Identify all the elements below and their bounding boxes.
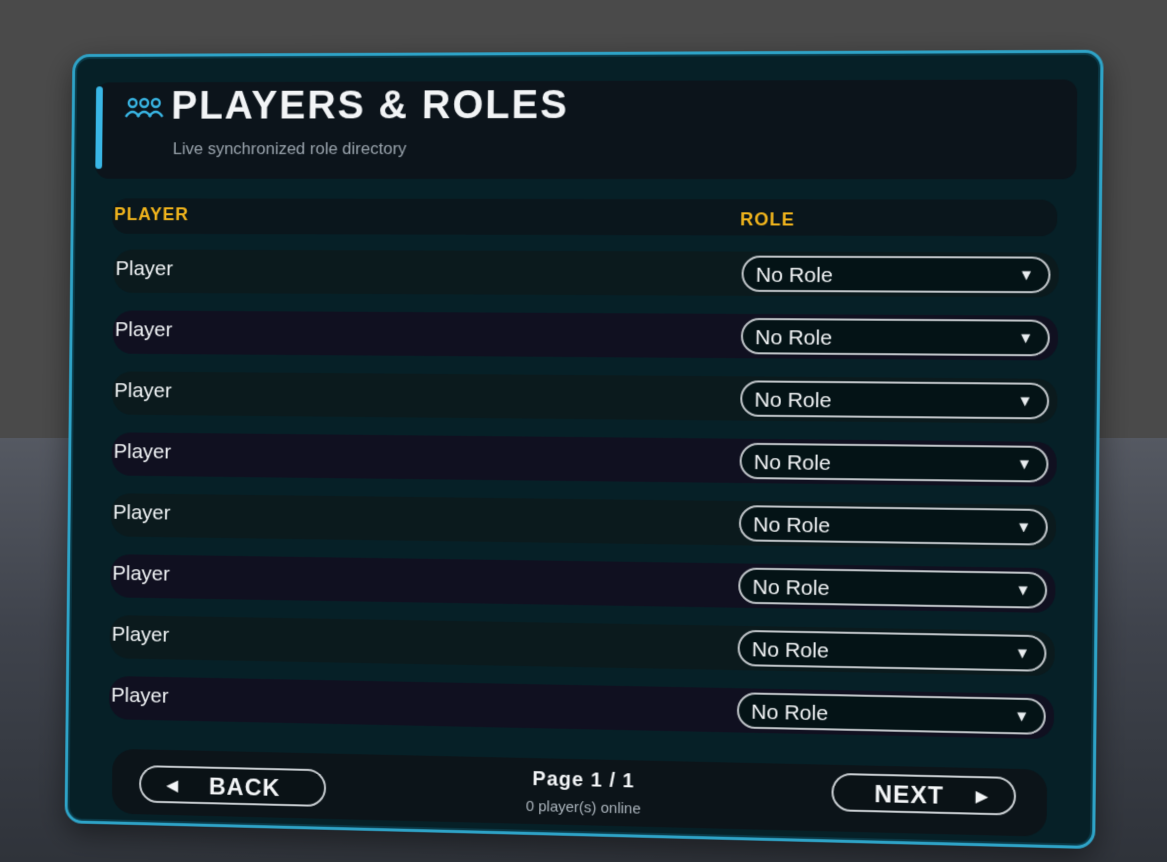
back-button[interactable]: ◀ BACK bbox=[138, 765, 327, 807]
player-row: Player No Role ▼ bbox=[108, 675, 1055, 740]
role-dropdown[interactable]: No Role ▼ bbox=[741, 255, 1051, 294]
caret-down-icon: ▼ bbox=[1018, 266, 1035, 285]
player-name: Player bbox=[115, 257, 174, 281]
player-row: Player No Role ▼ bbox=[112, 310, 1059, 361]
player-name: Player bbox=[110, 683, 169, 708]
column-header-row: PLAYER ROLE bbox=[111, 198, 1058, 237]
scene: PLAYERS & ROLES Live synchronized role d… bbox=[0, 0, 1167, 862]
caret-down-icon: ▼ bbox=[1015, 581, 1031, 600]
player-row: Player No Role ▼ bbox=[110, 493, 1057, 550]
player-name: Player bbox=[112, 562, 171, 586]
player-row: Player No Role ▼ bbox=[110, 554, 1056, 613]
page-subtitle: Live synchronized role directory bbox=[172, 139, 407, 159]
pagination-footer: ◀ BACK Page 1 / 1 0 player(s) online NEX… bbox=[111, 748, 1048, 837]
arrow-right-icon: ▶ bbox=[975, 788, 990, 806]
role-dropdown[interactable]: No Role ▼ bbox=[738, 505, 1048, 546]
column-header-role: ROLE bbox=[740, 209, 795, 230]
player-row: Player No Role ▼ bbox=[111, 432, 1057, 487]
page-indicator: Page 1 / 1 bbox=[532, 768, 635, 793]
back-button-label: BACK bbox=[208, 773, 281, 802]
next-button-label: NEXT bbox=[874, 780, 945, 810]
page-title: PLAYERS & ROLES bbox=[171, 82, 569, 128]
caret-down-icon: ▼ bbox=[1017, 392, 1033, 411]
role-dropdown-value: No Role bbox=[751, 700, 829, 726]
header-accent-bar bbox=[95, 86, 103, 169]
players-group-icon bbox=[125, 96, 164, 120]
role-dropdown[interactable]: No Role ▼ bbox=[737, 629, 1047, 672]
role-dropdown-value: No Role bbox=[754, 326, 833, 350]
next-button[interactable]: NEXT ▶ bbox=[831, 772, 1017, 816]
role-dropdown[interactable]: No Role ▼ bbox=[739, 442, 1049, 483]
role-dropdown-value: No Role bbox=[754, 388, 832, 413]
column-header-player: PLAYER bbox=[114, 204, 190, 225]
player-row: Player No Role ▼ bbox=[109, 615, 1055, 677]
role-dropdown-value: No Role bbox=[752, 575, 830, 601]
arrow-left-icon: ◀ bbox=[166, 777, 180, 795]
caret-down-icon: ▼ bbox=[1015, 518, 1032, 537]
player-name: Player bbox=[114, 379, 172, 403]
role-dropdown[interactable]: No Role ▼ bbox=[736, 692, 1046, 735]
caret-down-icon: ▼ bbox=[1013, 707, 1030, 726]
online-count: 0 player(s) online bbox=[525, 797, 641, 818]
player-row: Player No Role ▼ bbox=[113, 249, 1059, 298]
role-dropdown[interactable]: No Role ▼ bbox=[738, 567, 1048, 609]
caret-down-icon: ▼ bbox=[1017, 329, 1034, 348]
player-row: Player No Role ▼ bbox=[112, 371, 1058, 424]
player-name: Player bbox=[113, 440, 172, 464]
role-dropdown[interactable]: No Role ▼ bbox=[740, 317, 1050, 357]
role-dropdown-value: No Role bbox=[751, 638, 829, 663]
player-list: Player No Role ▼ Player No Role ▼ Player… bbox=[108, 249, 1059, 757]
panel-header: PLAYERS & ROLES Live synchronized role d… bbox=[95, 79, 1078, 180]
caret-down-icon: ▼ bbox=[1014, 644, 1030, 663]
role-dropdown[interactable]: No Role ▼ bbox=[740, 380, 1050, 420]
player-name: Player bbox=[111, 622, 170, 647]
players-roles-panel: PLAYERS & ROLES Live synchronized role d… bbox=[64, 49, 1104, 850]
role-dropdown-value: No Role bbox=[752, 513, 831, 538]
caret-down-icon: ▼ bbox=[1016, 455, 1033, 474]
player-name: Player bbox=[112, 501, 171, 525]
role-dropdown-value: No Role bbox=[753, 450, 831, 475]
role-dropdown-value: No Role bbox=[755, 263, 833, 288]
player-name: Player bbox=[114, 318, 173, 342]
